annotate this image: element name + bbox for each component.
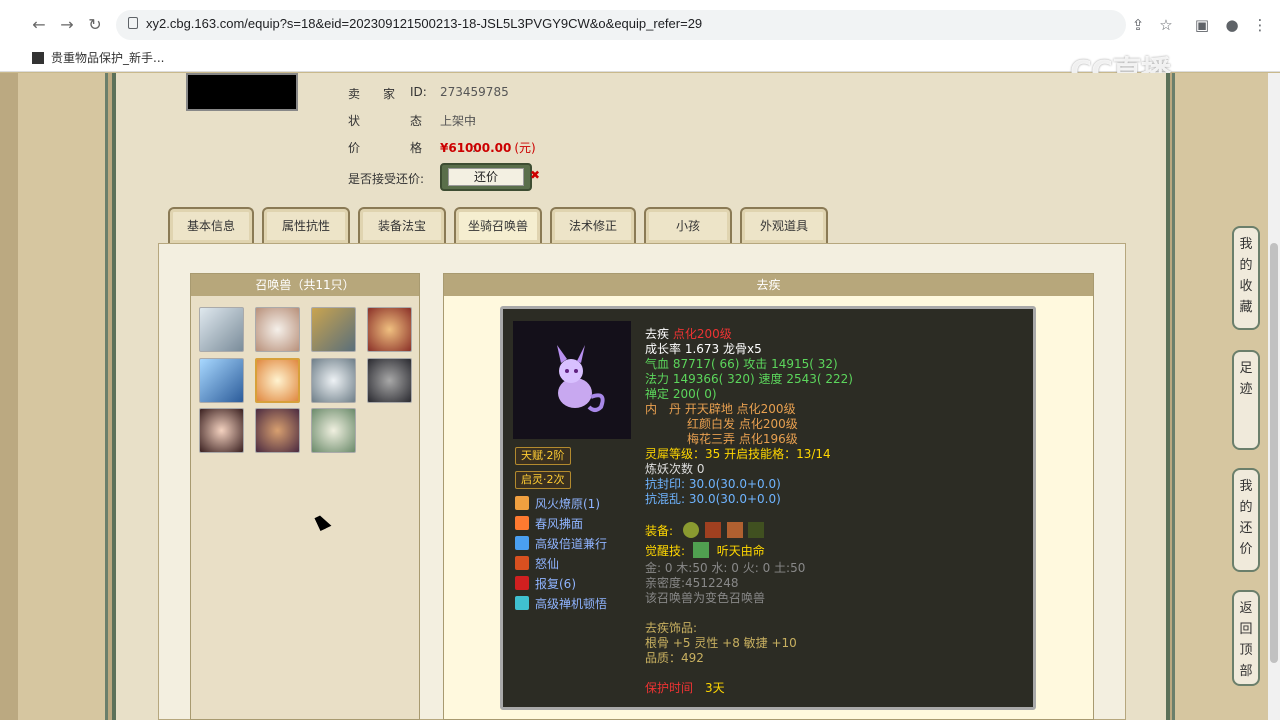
footprint-button[interactable]: 足迹 [1232,350,1260,450]
skill-icon [515,516,529,530]
skill-icon [515,596,529,610]
rhino-level: 灵犀等级：35 开启技能格：13/14 [645,447,831,461]
counter-offer-button[interactable]: 还价 [440,163,532,191]
pet-avatar[interactable] [367,307,412,352]
browser-toolbar: ← → ↻ xy2.cbg.163.com/equip?s=18&eid=202… [0,0,1280,90]
reload-icon[interactable]: ↻ [84,14,106,36]
price-value: ¥61000.00 [440,141,512,155]
counter-label: 是否接受还价: [348,172,425,186]
hp-attack-stats: 气血 87717( 66) 攻击 14915( 32) [645,357,838,371]
sidepanel-icon[interactable]: ▣ [1192,15,1212,35]
pet-avatar[interactable] [311,408,356,453]
ornament-title: 去疾饰品: [645,621,698,635]
bookmark-icon [32,52,44,64]
pet-skill[interactable]: 怒仙 [515,555,559,573]
my-counter-offers-button[interactable]: 我的还价 [1232,468,1260,572]
intimacy: 亲密度:4512248 [645,576,739,590]
pet-name-line: 去疾 点化200级 [645,327,732,341]
pet-skill[interactable]: 报复(6) [515,575,576,593]
refine-count: 炼妖次数 0 [645,462,705,476]
inner-core-1: 内 丹 开天辟地 点化200级 [645,402,796,416]
address-bar[interactable]: xy2.cbg.163.com/equip?s=18&eid=202309121… [116,10,1126,40]
pet-avatar[interactable] [311,358,356,403]
pet-avatar[interactable] [199,307,244,352]
pet-detail-card: 天赋·2阶 启灵·2次 风火燎原(1) 春风拂面 高级倍道兼行 怒仙 报复(6)… [500,306,1036,710]
seller-id: 273459785 [440,85,509,99]
pet-avatar[interactable] [367,358,412,403]
equip-slot-icon[interactable] [726,522,743,538]
forward-icon[interactable]: → [56,14,78,36]
star-icon[interactable]: ☆ [1156,15,1176,35]
lock-icon [128,17,138,29]
left-decoration [18,73,108,720]
my-favorites-button[interactable]: 我的收藏 [1232,226,1260,330]
bookmark-item[interactable]: 贵重物品保护_新手... [32,49,164,66]
seal-resist: 抗封印: 30.0(30.0+0.0) [645,477,781,491]
back-icon[interactable]: ← [28,14,50,36]
tab-equipment[interactable]: 装备法宝 [358,207,446,243]
skill-icon [515,576,529,590]
profile-icon[interactable]: ● [1222,15,1242,35]
tab-spell-mods[interactable]: 法术修正 [550,207,636,243]
element-stats: 金: 0 木:50 水: 0 火: 0 土:50 [645,561,806,575]
chaos-resist: 抗混乱: 30.0(30.0+0.0) [645,492,781,506]
pet-skill[interactable]: 高级禅机顿悟 [515,595,607,613]
pet-avatar[interactable] [255,408,300,453]
skill-icon [515,556,529,570]
tab-children[interactable]: 小孩 [644,207,732,243]
equipment-row: 装备: [645,522,765,540]
equip-slot-icon[interactable] [748,522,765,538]
growth-rate: 成长率 1.673 龙骨x5 [645,342,762,356]
character-thumbnail[interactable] [186,73,298,111]
variant-note: 该召唤兽为变色召唤兽 [645,591,766,605]
pet-avatar[interactable] [199,358,244,403]
equip-slot-icon[interactable] [704,522,721,538]
awaken-badge: 启灵·2次 [515,471,571,489]
ornament-attributes: 根骨 +5 灵性 +8 敏捷 +10 [645,636,797,650]
skill-icon [515,536,529,550]
pet-avatar[interactable] [255,307,300,352]
pet-avatar[interactable] [199,408,244,453]
pet-detail-title: 去疾 [444,274,1093,296]
mp-speed-stats: 法力 149366( 320) 速度 2543( 222) [645,372,853,386]
skill-icon [515,496,529,510]
pet-list-panel: 召唤兽（共11只） [190,273,420,720]
talent-badge: 天赋·2阶 [515,447,571,465]
awaken-skill-row: 觉醒技: 听天由命 [645,542,765,558]
ornament-quality: 品质：492 [645,651,704,665]
share-icon[interactable]: ⇪ [1128,15,1148,35]
protection-time: 保护时间 3天 [645,681,725,695]
tab-mounts-pets[interactable]: 坐骑召唤兽 [454,207,542,243]
menu-icon[interactable]: ⋮ [1250,15,1270,35]
pet-skill[interactable]: 春风拂面 [515,515,583,533]
awaken-skill-icon[interactable] [692,542,709,558]
pet-skill[interactable]: 高级倍道兼行 [515,535,607,553]
url-text[interactable]: xy2.cbg.163.com/equip?s=18&eid=202309121… [146,16,702,31]
back-to-top-button[interactable]: 返回顶部 [1232,590,1260,686]
tab-basic-info[interactable]: 基本信息 [168,207,254,243]
pet-skill[interactable]: 风火燎原(1) [515,495,600,513]
pet-image-icon [557,345,605,412]
pet-portrait [513,321,631,439]
pet-list-title: 召唤兽（共11只） [191,274,419,296]
status-value: 上架中 [440,114,477,128]
scrollbar[interactable] [1268,73,1280,720]
inner-core-2: 红颜白发 点化200级 [687,417,798,431]
close-icon[interactable]: ✖ [530,168,540,182]
calm-stat: 禅定 200( 0) [645,387,717,401]
equip-slot-icon[interactable] [682,522,699,538]
tab-attributes[interactable]: 属性抗性 [262,207,350,243]
pet-avatar-selected[interactable] [255,358,300,403]
tab-appearance[interactable]: 外观道具 [740,207,828,243]
pet-avatar[interactable] [311,307,356,352]
scrollbar-thumb[interactable] [1270,243,1278,663]
inner-core-3: 梅花三弄 点化196级 [687,432,798,446]
